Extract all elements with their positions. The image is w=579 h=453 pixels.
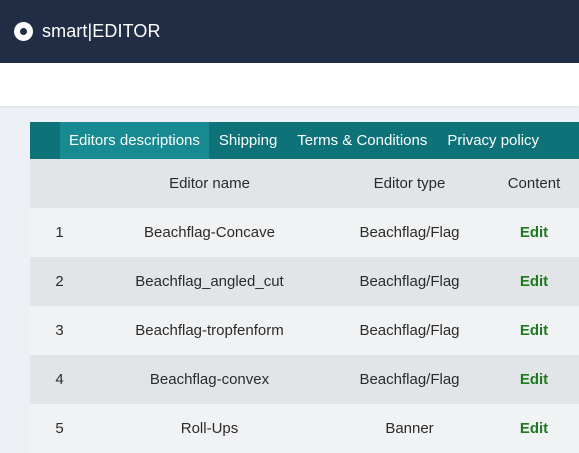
editors-panel: Editors descriptions Shipping Terms & Co…: [30, 122, 579, 453]
row-index: 5: [55, 420, 64, 437]
column-header-index: [30, 159, 89, 208]
column-header-content: Content: [507, 175, 561, 192]
table-row: 3 Beachflag-tropfenform Beachflag/Flag E…: [30, 306, 579, 355]
edit-link[interactable]: Edit: [520, 322, 548, 339]
editor-type: Beachflag/Flag: [359, 371, 460, 388]
editor-name: Beachflag-convex: [149, 371, 270, 388]
top-bar: smart|EDITOR: [0, 0, 579, 63]
app-title: smart|EDITOR: [42, 21, 161, 41]
editor-type: Beachflag/Flag: [359, 273, 460, 290]
tab-privacy-policy[interactable]: Privacy policy: [437, 122, 549, 159]
edit-link[interactable]: Edit: [520, 420, 548, 437]
column-header-editor-name: Editor name: [169, 175, 250, 192]
editor-name: Beachflag_angled_cut: [135, 273, 284, 290]
editor-type: Banner: [385, 420, 434, 437]
table-header-row: Editor name Editor type Content: [30, 159, 579, 208]
row-index: 1: [55, 224, 64, 241]
table-row: 4 Beachflag-convex Beachflag/Flag Edit: [30, 355, 579, 404]
tab-editors-descriptions[interactable]: Editors descriptions: [60, 122, 209, 159]
editor-name: Beachflag-Concave: [144, 224, 275, 241]
target-icon: [14, 22, 33, 41]
content-cell: Edit: [489, 306, 579, 355]
edit-link[interactable]: Edit: [520, 273, 548, 290]
row-index: 4: [55, 371, 64, 388]
table-row: 5 Roll-Ups Banner Edit: [30, 404, 579, 453]
edit-link[interactable]: Edit: [520, 371, 548, 388]
editor-name: Roll-Ups: [180, 420, 239, 437]
tab-shipping[interactable]: Shipping: [209, 122, 287, 159]
table-row: 1 Beachflag-Concave Beachflag/Flag Edit: [30, 208, 579, 257]
row-index: 3: [55, 322, 64, 339]
tab-terms-conditions[interactable]: Terms & Conditions: [287, 122, 437, 159]
tab-bar: Editors descriptions Shipping Terms & Co…: [30, 122, 579, 159]
edit-link[interactable]: Edit: [520, 224, 548, 241]
column-header-editor-type: Editor type: [373, 175, 446, 192]
editor-name: Beachflag-tropfenform: [135, 322, 284, 339]
editors-table: Editor name Editor type Content 1 Beachf…: [30, 159, 579, 453]
editor-type: Beachflag/Flag: [359, 224, 460, 241]
content-cell: Edit: [489, 355, 579, 404]
sub-header-bar: [0, 63, 579, 106]
content-cell: Edit: [489, 404, 579, 453]
table-row: 2 Beachflag_angled_cut Beachflag/Flag Ed…: [30, 257, 579, 306]
editor-type: Beachflag/Flag: [359, 322, 460, 339]
content-cell: Edit: [489, 257, 579, 306]
row-index: 2: [55, 273, 64, 290]
content-cell: Edit: [489, 208, 579, 257]
